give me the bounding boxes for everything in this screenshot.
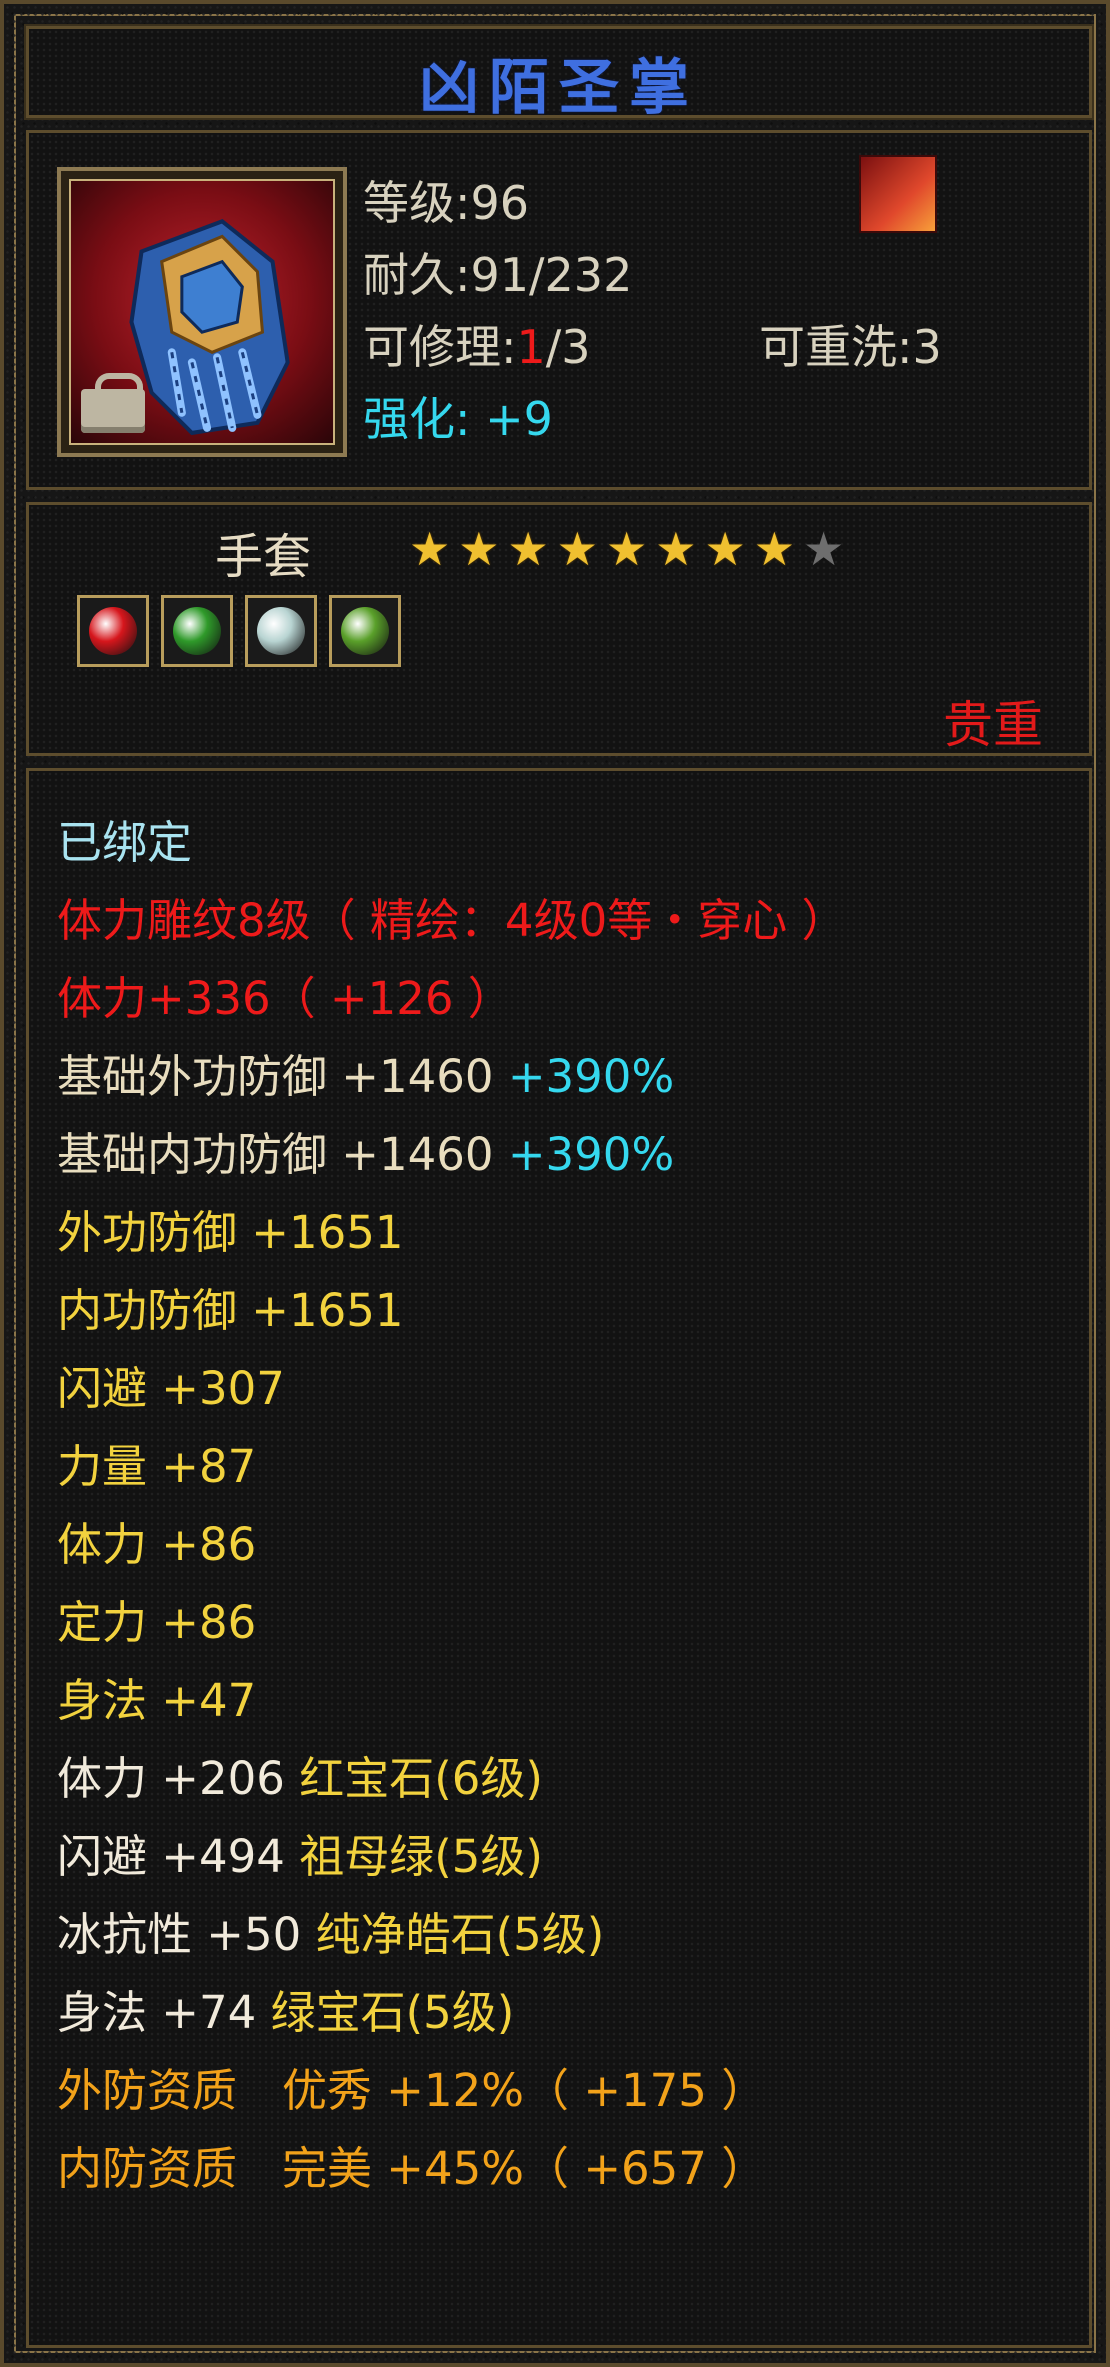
gem4-line: 身法 +74 绿宝石(5级)	[57, 1983, 514, 2043]
gem-slots	[77, 595, 401, 667]
star-filled-icon: ★	[507, 522, 549, 576]
star-filled-icon: ★	[753, 522, 795, 576]
repair-prefix: 可修理:	[363, 320, 517, 374]
base-ext-def-pct: +390%	[507, 1050, 675, 1103]
emerald-gem-icon	[173, 607, 221, 655]
star-filled-icon: ★	[409, 522, 451, 576]
quality-int-line: 内防资质 完美 +45%（ +657 ）	[57, 2142, 767, 2195]
enhance-value: +9	[485, 392, 553, 446]
enhance-label: 强化: +9	[363, 383, 553, 449]
star-filled-icon: ★	[606, 522, 648, 576]
repair-label: 可修理:1/3	[363, 311, 591, 377]
item-type: 手套	[215, 529, 312, 585]
gem1-stat: 体力 +206	[57, 1752, 285, 1805]
durability-label: 耐久:91/232	[363, 248, 633, 302]
white-gem-icon	[257, 607, 305, 655]
level-label: 等级:96	[363, 176, 530, 230]
repair-total: /3	[545, 320, 591, 374]
ext-def-line: 外功防御 +1651	[57, 1206, 404, 1259]
base-int-def-value: 基础内功防御 +1460	[57, 1128, 494, 1181]
rewash-label: 可重洗:3	[759, 320, 942, 374]
rarity-label: 贵重	[943, 696, 1043, 754]
bound-lock-icon	[81, 373, 145, 433]
green-gem-icon	[341, 607, 389, 655]
quality-ext-line: 外防资质 优秀 +12%（ +175 ）	[57, 2064, 767, 2117]
item-name: 凶陌圣掌	[419, 53, 699, 123]
gem3-name: 纯净皓石(5级)	[315, 1908, 605, 1961]
base-int-def-pct: +390%	[507, 1128, 675, 1181]
gem1-line: 体力 +206 红宝石(6级)	[57, 1749, 543, 1809]
flame-buff-icon[interactable]	[859, 155, 937, 233]
bound-status: 已绑定	[57, 816, 193, 869]
int-def-line: 内功防御 +1651	[57, 1284, 404, 1337]
strength-line: 力量 +87	[57, 1440, 257, 1493]
stamina-total-line: 体力+336（ +126 ）	[57, 972, 513, 1025]
gem-slot[interactable]	[77, 595, 149, 667]
focus-line: 定力 +86	[57, 1596, 257, 1649]
star-filled-icon: ★	[655, 522, 697, 576]
dodge-line: 闪避 +307	[57, 1362, 285, 1415]
base-ext-def-line: 基础外功防御 +1460 +390%	[57, 1047, 674, 1107]
gem1-name: 红宝石(6级)	[299, 1752, 543, 1805]
gem-slot[interactable]	[161, 595, 233, 667]
gem-slot[interactable]	[245, 595, 317, 667]
item-quality-panel: 手套 ★ ★ ★ ★ ★ ★ ★ ★ ★ 贵重	[26, 502, 1092, 756]
agility-line: 身法 +47	[57, 1674, 257, 1727]
gauntlet-icon	[69, 179, 335, 445]
item-tooltip: 凶陌圣掌 等级:96 耐久:91/232 可修理:1/3 可重洗:3 强化: +…	[0, 0, 1110, 2367]
red-gem-icon	[89, 607, 137, 655]
attributes-panel: 已绑定 体力雕纹8级（ 精绘：4级0等・穿心 ） 体力+336（ +126 ） …	[26, 768, 1092, 2348]
item-icon-slot[interactable]	[57, 167, 347, 457]
base-int-def-line: 基础内功防御 +1460 +390%	[57, 1125, 674, 1185]
base-ext-def-value: 基础外功防御 +1460	[57, 1050, 494, 1103]
title-bar: 凶陌圣掌	[24, 24, 1094, 123]
star-empty-icon: ★	[803, 522, 845, 576]
star-filled-icon: ★	[556, 522, 598, 576]
gem3-stat: 冰抗性 +50	[57, 1908, 302, 1961]
star-rating: ★ ★ ★ ★ ★ ★ ★ ★ ★	[409, 525, 844, 573]
gem3-line: 冰抗性 +50 纯净皓石(5级)	[57, 1905, 604, 1965]
gem-slot[interactable]	[329, 595, 401, 667]
star-filled-icon: ★	[704, 522, 746, 576]
gem2-stat: 闪避 +494	[57, 1830, 285, 1883]
enhance-prefix: 强化:	[363, 392, 471, 446]
engraving-line: 体力雕纹8级（ 精绘：4级0等・穿心 ）	[57, 894, 847, 947]
stamina-line: 体力 +86	[57, 1518, 257, 1571]
star-filled-icon: ★	[458, 522, 500, 576]
gem4-name: 绿宝石(5级)	[270, 1986, 515, 2039]
gem2-line: 闪避 +494 祖母绿(5级)	[57, 1827, 543, 1887]
gem4-stat: 身法 +74	[57, 1986, 257, 2039]
repair-used: 1	[516, 320, 546, 374]
gem2-name: 祖母绿(5级)	[299, 1830, 543, 1883]
item-info-panel: 等级:96 耐久:91/232 可修理:1/3 可重洗:3 强化: +9	[26, 130, 1092, 490]
